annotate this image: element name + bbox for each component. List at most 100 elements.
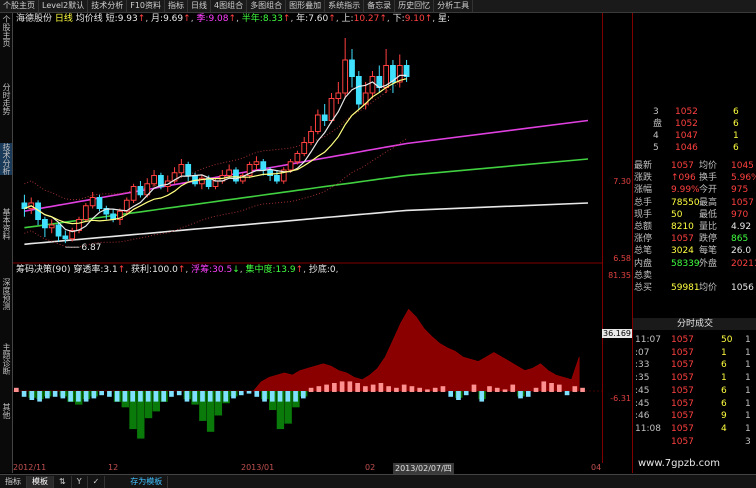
toolbar-item[interactable]: 多图组合 xyxy=(247,0,287,12)
stat-label: 现手 xyxy=(634,209,653,220)
candle-body xyxy=(212,180,219,187)
toolbar-item[interactable]: 技术分析 xyxy=(88,0,128,12)
tick-volume: 6 xyxy=(721,385,727,396)
sub-bar xyxy=(580,387,585,392)
order-price: 1052 xyxy=(675,107,698,117)
sub-bar xyxy=(432,387,438,392)
toolbar-item[interactable]: 4图组合 xyxy=(211,0,248,12)
stat-label: 今开 xyxy=(699,185,718,196)
sub-bar xyxy=(99,391,104,396)
toolbar-item[interactable]: 分析工具 xyxy=(434,0,474,12)
candle-body xyxy=(82,205,89,220)
axis-label-mid: 6.58 xyxy=(613,254,631,263)
ma-month-label: 月: xyxy=(151,14,164,24)
candle-body xyxy=(314,114,321,132)
stat-label: 每笔 xyxy=(699,246,718,257)
panel-row: 总额 8210 量比 4.92 xyxy=(633,221,756,233)
ma-halfyear-label: 半年: xyxy=(241,14,263,24)
candle-body xyxy=(355,76,362,105)
lower-band-value: 9.10 xyxy=(404,14,425,24)
sub-bar xyxy=(21,391,27,397)
sub-bar xyxy=(277,391,283,402)
left-tab[interactable]: 主题诊断 xyxy=(0,343,12,375)
tick-flag: 1 xyxy=(745,360,751,371)
ma-quarter-value: 9.08 xyxy=(208,14,229,24)
tick-flag: 1 xyxy=(745,373,751,384)
stat-label: 涨停 xyxy=(634,234,653,245)
candle-body xyxy=(151,175,157,185)
profit-area xyxy=(13,308,580,392)
sub-bar xyxy=(502,389,508,392)
panel-row: 现手 50 最低 970 xyxy=(633,209,756,221)
ticks-title[interactable]: 分时成交 xyxy=(633,318,756,330)
left-tab[interactable]: 技术分析 xyxy=(0,143,12,175)
panel-row: 4 1047 1 xyxy=(633,130,756,142)
toolbar-item[interactable]: 日线 xyxy=(188,0,211,12)
tick-flag: 1 xyxy=(745,335,751,345)
stat-value: 865 xyxy=(731,234,749,245)
tick-flag: 1 xyxy=(745,423,751,434)
candle-body xyxy=(137,186,144,196)
toolbar-item[interactable]: Level2默认 xyxy=(39,0,89,12)
left-tab[interactable]: 其他 xyxy=(0,403,12,419)
left-tab[interactable]: 个股主页 xyxy=(0,15,12,47)
stat-value: 20211 xyxy=(731,258,756,269)
kline-chart[interactable]: 6.87 xyxy=(13,13,602,463)
sub-bar xyxy=(215,391,221,402)
tick-time: 11:07 xyxy=(635,335,661,345)
date-label: 04 xyxy=(591,463,602,472)
bottom-tab[interactable]: ⇅ xyxy=(54,475,72,488)
tick-volume: 1 xyxy=(721,347,727,358)
ma-short-label: 短: xyxy=(105,14,118,24)
bottom-tab[interactable]: Y xyxy=(72,475,88,488)
profit-value: 100.0 xyxy=(152,265,178,275)
tick-volume: 9 xyxy=(721,411,727,422)
order-price: 1047 xyxy=(675,131,698,141)
bottom-tab[interactable]: 存为模板 xyxy=(125,475,169,488)
panel-row: 11:08 1057 4 1 xyxy=(633,423,756,435)
toolbar-item[interactable]: 历史回忆 xyxy=(395,0,435,12)
left-tab[interactable]: 深度预测 xyxy=(0,278,12,310)
ma-month-value: 9.69 xyxy=(163,14,184,24)
stat-label: 跌停 xyxy=(699,234,718,245)
order-volume: 1 xyxy=(733,131,739,141)
bottom-tab[interactable]: 模板 xyxy=(27,475,54,488)
toolbar-item[interactable]: 备忘录 xyxy=(364,0,396,12)
floating-label: 浮筹: xyxy=(191,265,213,275)
left-tab[interactable]: 分时走势 xyxy=(0,83,12,115)
toolbar-item[interactable]: 系统指示 xyxy=(325,0,365,12)
chart-area[interactable]: 6.87 xyxy=(13,13,602,463)
toolbar-item[interactable]: 个股主页 xyxy=(0,0,39,12)
bottom-tab[interactable]: ✓ xyxy=(88,475,106,488)
stat-label: 均价 xyxy=(699,161,718,171)
order-price: 1046 xyxy=(675,143,698,153)
sub-bar xyxy=(425,389,430,392)
stat-value: 26.0 xyxy=(731,246,752,257)
stat-label: 总卖 xyxy=(634,270,653,281)
candle-body xyxy=(321,114,328,121)
sub-bar xyxy=(76,391,81,402)
toolbar-item[interactable]: F10资料 xyxy=(127,0,165,12)
candle-body xyxy=(349,59,355,77)
candle-body xyxy=(55,224,62,237)
candle-body xyxy=(274,175,280,182)
toolbar-item[interactable]: 指标 xyxy=(165,0,188,12)
sub-indicator-name: 筹码决策(90) xyxy=(16,265,71,275)
bottom-tab[interactable]: 指标 xyxy=(0,475,27,488)
floating-value: 30.5 xyxy=(212,265,233,275)
toolbar-item[interactable]: 图形叠加 xyxy=(286,0,326,12)
upper-band-label: 上: xyxy=(341,14,354,24)
ma-halfyear-value: 8.33 xyxy=(262,14,283,24)
stat-value: 975 xyxy=(731,185,749,196)
order-level: 5 xyxy=(653,143,659,153)
stat-label: 最低 xyxy=(699,209,718,220)
tick-time: :35 xyxy=(635,373,650,384)
lower-band-label: 下: xyxy=(392,14,405,24)
sub-bar xyxy=(456,391,461,400)
tick-price: 1057 xyxy=(671,423,694,434)
stat-value: 50 xyxy=(671,209,683,220)
tick-flag: 1 xyxy=(745,347,751,358)
tick-price: 1057 xyxy=(671,335,694,345)
main-indicator-header: 海德股份 日线 均价线 短:9.93↑, 月:9.69↑, 季:9.08↑, 半… xyxy=(16,14,451,24)
left-tab[interactable]: 基本资料 xyxy=(0,208,12,240)
